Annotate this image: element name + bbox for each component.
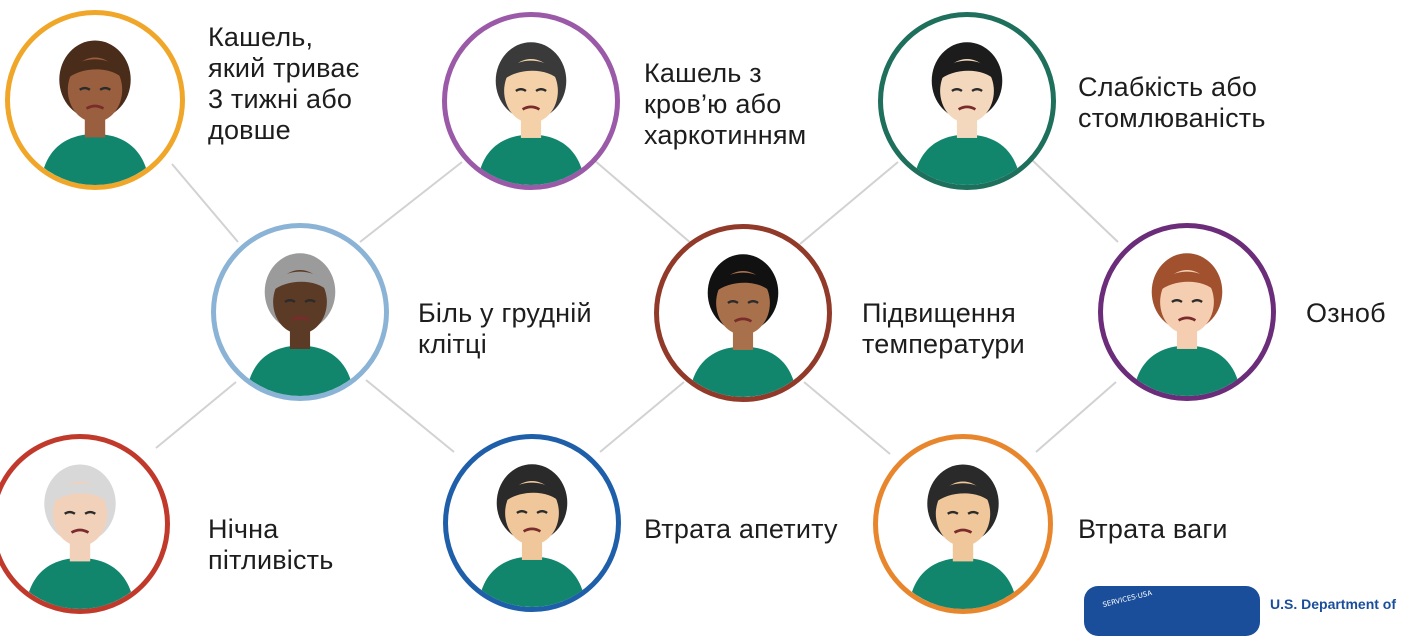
connector-line <box>803 381 891 455</box>
connector-line <box>171 163 239 243</box>
connector-line <box>1035 381 1117 453</box>
symptom-label: Кашель, який триває 3 тижні або довше <box>208 22 360 145</box>
connector-line <box>155 381 237 449</box>
symptom-label: Втрата ваги <box>1078 514 1228 544</box>
hhs-seal-text: SERVICES·USA <box>1101 588 1153 610</box>
symptom-circle <box>442 12 620 190</box>
connector-line <box>1031 159 1119 243</box>
shirt-shape <box>689 346 797 397</box>
connector-line <box>365 379 455 453</box>
symptom-circle <box>654 224 832 402</box>
connector-line <box>593 159 693 245</box>
symptom-label: Слабкість або стомлюваність <box>1078 72 1266 133</box>
connector-line <box>359 161 463 243</box>
symptom-circle <box>443 434 621 612</box>
shirt-shape <box>246 345 354 396</box>
person-illustration <box>908 464 1018 609</box>
connector-line <box>599 381 685 453</box>
symptom-label: Кашель з кров’ю або харкотинням <box>644 58 807 150</box>
person-illustration <box>477 42 585 185</box>
symptom-label: Нічна пітливість <box>208 514 334 575</box>
symptom-label: Біль у грудній клітці <box>418 298 592 359</box>
shirt-shape <box>40 134 150 185</box>
shirt-shape <box>25 558 135 609</box>
hhs-logo: SERVICES·USA <box>1084 586 1260 636</box>
shirt-shape <box>478 556 586 607</box>
person-illustration <box>913 42 1021 185</box>
symptom-circle <box>1098 223 1276 401</box>
symptom-label: Підвищення температури <box>862 298 1025 359</box>
symptom-circle <box>211 223 389 401</box>
person-illustration <box>25 464 135 609</box>
person-illustration <box>246 253 354 396</box>
symptom-weight-loss <box>0 0 1 1</box>
symptom-label: Озноб <box>1306 298 1386 328</box>
hhs-department-name: U.S. Department of <box>1270 596 1397 612</box>
connector-line <box>799 161 899 245</box>
person-illustration <box>689 254 797 397</box>
shirt-shape <box>908 558 1018 609</box>
shirt-shape <box>477 134 585 185</box>
person-illustration <box>478 464 586 607</box>
shirt-shape <box>1133 345 1241 396</box>
shirt-shape <box>913 134 1021 185</box>
symptom-label: Втрата апетиту <box>644 514 838 544</box>
symptom-circle <box>5 10 185 190</box>
symptom-circle <box>878 12 1056 190</box>
person-illustration <box>1133 253 1241 396</box>
symptom-circle <box>873 434 1053 614</box>
person-illustration <box>40 40 150 185</box>
